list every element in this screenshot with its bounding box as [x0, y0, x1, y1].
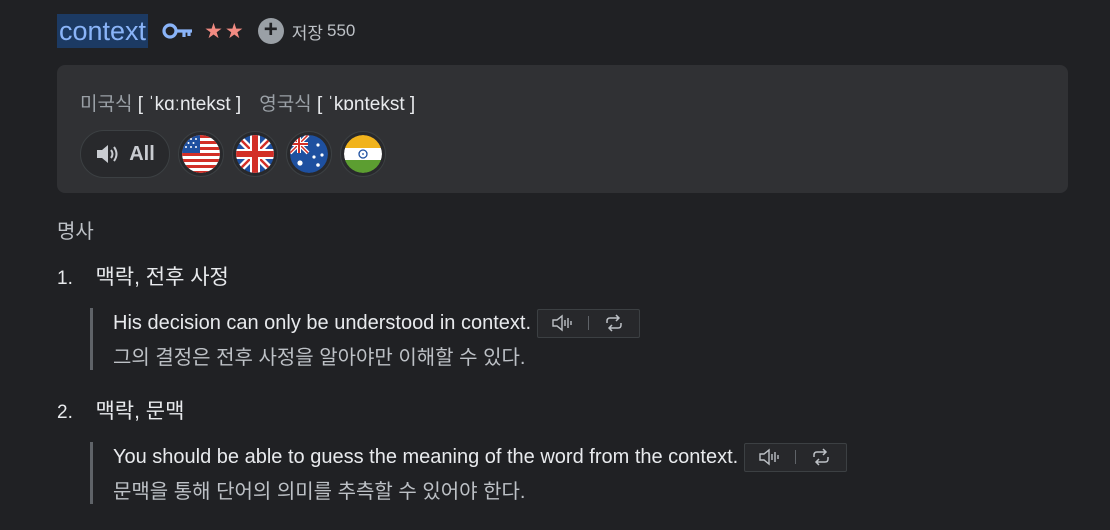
- audio-button-row: All: [80, 130, 386, 178]
- speaker-icon: [552, 314, 572, 332]
- uk-ipa: [ ˈkɒntekst ]: [316, 94, 416, 115]
- us-label: 미국식: [80, 94, 133, 115]
- example-1: His decision can only be understood in c…: [90, 308, 641, 370]
- save-label: 저장: [291, 23, 323, 43]
- sense-number: 2.: [57, 402, 73, 423]
- key-icon[interactable]: [162, 21, 194, 41]
- india-flag-icon: [344, 135, 382, 173]
- repeat-icon: [606, 314, 622, 332]
- australia-audio-button[interactable]: [286, 131, 332, 177]
- repeat-example-button[interactable]: [796, 444, 846, 471]
- repeat-example-button[interactable]: [589, 310, 639, 337]
- save-count: 550: [327, 21, 356, 40]
- sense-meaning: 맥락, 문맥: [95, 400, 185, 423]
- example-audio-controls: [744, 442, 848, 472]
- us-audio-button[interactable]: [178, 131, 224, 177]
- play-example-button[interactable]: [745, 444, 795, 471]
- us-flag-icon: [182, 135, 220, 173]
- save-button[interactable]: + 저장 550: [257, 17, 356, 44]
- sense-meaning: 맥락, 전후 사정: [95, 266, 229, 289]
- india-audio-button[interactable]: [340, 131, 386, 177]
- play-all-button[interactable]: All: [80, 130, 170, 178]
- part-of-speech: 명사: [57, 221, 94, 243]
- australia-flag-icon: [290, 135, 328, 173]
- example-sentence-en: You should be able to guess the meaning …: [113, 445, 739, 468]
- repeat-icon: [813, 448, 829, 466]
- sense-number: 1.: [57, 268, 73, 289]
- uk-flag-icon: [236, 135, 274, 173]
- example-sentence-en: His decision can only be understood in c…: [113, 311, 532, 334]
- play-example-button[interactable]: [538, 310, 588, 337]
- play-all-label: All: [129, 142, 155, 165]
- uk-audio-button[interactable]: [232, 131, 278, 177]
- speaker-icon: [97, 145, 118, 163]
- example-audio-controls: [537, 308, 641, 338]
- sense-2: 2. 맥락, 문맥: [57, 395, 184, 425]
- pronunciation-panel: 미국식 [ ˈkɑːntekst ] 영국식 [ ˈkɒntekst ] All: [57, 65, 1068, 193]
- example-sentence-ko: 문맥을 통해 단어의 의미를 추측할 수 있어야 한다.: [113, 481, 526, 503]
- example-sentence-ko: 그의 결정은 전후 사정을 알아야만 이해할 수 있다.: [113, 347, 526, 369]
- speaker-icon: [759, 448, 779, 466]
- uk-label: 영국식: [259, 94, 312, 115]
- pronunciation-line: 미국식 [ ˈkɑːntekst ] 영국식 [ ˈkɒntekst ]: [80, 89, 415, 116]
- sense-1: 1. 맥락, 전후 사정: [57, 261, 229, 291]
- entry-header: context ★★ + 저장 550: [57, 14, 355, 48]
- example-2: You should be able to guess the meaning …: [90, 442, 848, 504]
- plus-circle-icon: +: [257, 17, 284, 44]
- importance-stars: ★★: [204, 19, 246, 43]
- us-ipa: [ ˈkɑːntekst ]: [137, 94, 242, 115]
- headword: context: [57, 14, 149, 48]
